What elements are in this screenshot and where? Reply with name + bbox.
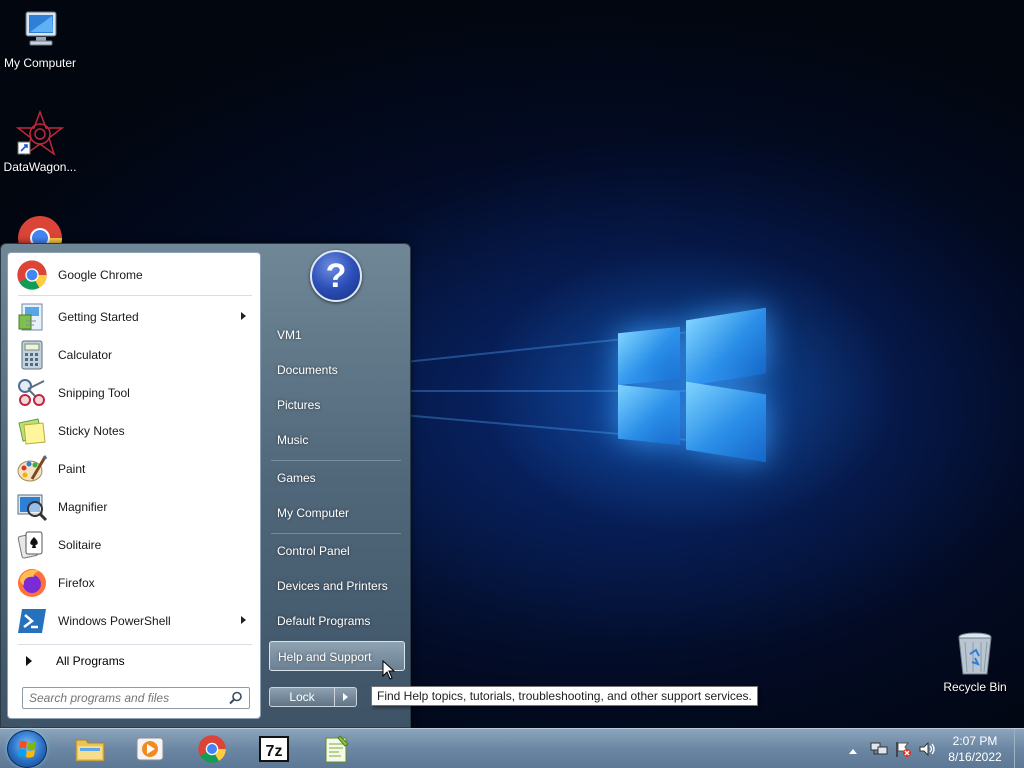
places-item-control-panel[interactable]: Control Panel [269,536,405,566]
start-menu-places-pane: ? VM1 Documents Pictures Music Games My … [263,244,411,729]
taskbar-media-player[interactable] [124,732,176,766]
taskbar-7zip[interactable]: 7z [248,732,300,766]
search-icon[interactable] [229,691,243,705]
mouse-pointer-icon [382,659,396,680]
action-center-flag-icon[interactable] [894,740,912,761]
places-item-vm1[interactable]: VM1 [269,320,405,350]
taskbar-chrome[interactable] [186,732,238,766]
taskbar-notepad-plus[interactable] [310,732,362,766]
logo-pane [686,307,766,387]
network-icon[interactable] [870,740,888,761]
start-item-label: Getting Started [58,310,139,324]
svg-text:7z: 7z [266,743,283,760]
computer-icon [16,6,64,54]
calculator-icon [16,339,48,371]
places-item-music[interactable]: Music [269,425,405,455]
all-programs-label: All Programs [56,654,125,668]
show-hidden-icons-icon[interactable] [848,744,858,758]
submenu-arrow-icon[interactable] [241,312,246,320]
places-item-games[interactable]: Games [269,463,405,493]
submenu-arrow-icon[interactable] [241,616,246,624]
start-item-label: Google Chrome [58,268,143,282]
separator [271,460,401,461]
clock-date: 8/16/2022 [948,750,1002,764]
taskbar: 7z 2:07 PM 8/16/2022 [0,728,1024,768]
chrome-icon [16,259,48,291]
recycle-bin-icon [951,630,999,678]
start-item-sticky-notes[interactable]: Sticky Notes [10,413,258,449]
start-item-label: Paint [58,462,86,476]
file-explorer-icon [74,734,106,764]
start-item-label: Sticky Notes [58,424,125,438]
firefox-icon [16,567,48,599]
start-menu: Google Chrome Getting Started Calculator… [0,243,411,728]
start-item-label: Firefox [58,576,95,590]
help-question-icon: ? [310,250,362,302]
wallpaper-windows-logo [560,290,790,480]
places-item-pictures[interactable]: Pictures [269,390,405,420]
start-item-label: Magnifier [58,500,108,514]
start-item-google-chrome[interactable]: Google Chrome [10,257,258,293]
powershell-icon [16,605,48,637]
triangle-right-icon [26,656,32,666]
places-item-default-programs[interactable]: Default Programs [269,606,405,636]
media-player-icon [134,734,166,764]
places-item-devices-and-printers[interactable]: Devices and Printers [269,571,405,601]
start-item-solitaire[interactable]: Solitaire [10,527,258,563]
start-item-label: Solitaire [58,538,102,552]
logo-pane [618,384,680,446]
help-tooltip: Find Help topics, tutorials, troubleshoo… [371,686,758,706]
magnifier-icon [16,491,48,523]
search-box[interactable] [22,687,250,709]
shutdown-options-arrow-button[interactable] [335,687,357,707]
seven-zip-icon: 7z [258,734,290,764]
notification-area: 2:07 PM 8/16/2022 [834,729,1024,768]
taskbar-file-explorer[interactable] [64,732,116,766]
system-clock[interactable]: 2:07 PM 8/16/2022 [940,733,1010,765]
getting-started-icon [16,301,48,333]
separator [18,644,252,645]
places-item-my-computer[interactable]: My Computer [269,498,405,528]
desktop-icon-my-computer[interactable]: My Computer [0,6,80,70]
separator [271,533,401,534]
sticky-notes-icon [16,415,48,447]
lock-button[interactable]: Lock [269,687,335,707]
clock-time: 2:07 PM [952,734,998,748]
desktop-icon-label: My Computer [3,56,77,70]
logo-pane [686,381,766,463]
start-item-calculator[interactable]: Calculator [10,337,258,373]
paint-icon [16,453,48,485]
places-item-documents[interactable]: Documents [269,355,405,385]
desktop-icon-recycle-bin[interactable]: Recycle Bin [935,630,1015,694]
notepad-plus-icon [320,734,352,764]
start-item-firefox[interactable]: Firefox [10,565,258,601]
volume-icon[interactable] [918,740,936,761]
start-item-magnifier[interactable]: Magnifier [10,489,258,525]
desktop-icon-label: DataWagon... [3,160,77,174]
start-item-getting-started[interactable]: Getting Started [10,299,258,335]
start-menu-programs-pane: Google Chrome Getting Started Calculator… [7,252,261,719]
start-item-snipping-tool[interactable]: Snipping Tool [10,375,258,411]
start-item-label: Windows PowerShell [58,614,171,628]
start-item-paint[interactable]: Paint [10,451,258,487]
separator [18,295,252,296]
datawagon-icon [15,109,65,158]
windows-logo-icon [18,740,36,758]
scissors-icon [16,377,48,409]
start-item-windows-powershell[interactable]: Windows PowerShell [10,603,258,639]
logo-pane [618,326,680,386]
show-desktop-button[interactable] [1014,729,1024,768]
start-button[interactable] [7,730,47,768]
all-programs-button[interactable]: All Programs [10,649,258,673]
start-item-label: Calculator [58,348,113,362]
start-item-label: Snipping Tool [58,386,130,400]
desktop-icon-datawagon[interactable]: DataWagon... [0,109,80,174]
solitaire-icon [16,529,48,561]
search-input[interactable] [23,688,219,708]
chrome-icon [196,734,228,764]
desktop-icon-label: Recycle Bin [943,680,1007,694]
